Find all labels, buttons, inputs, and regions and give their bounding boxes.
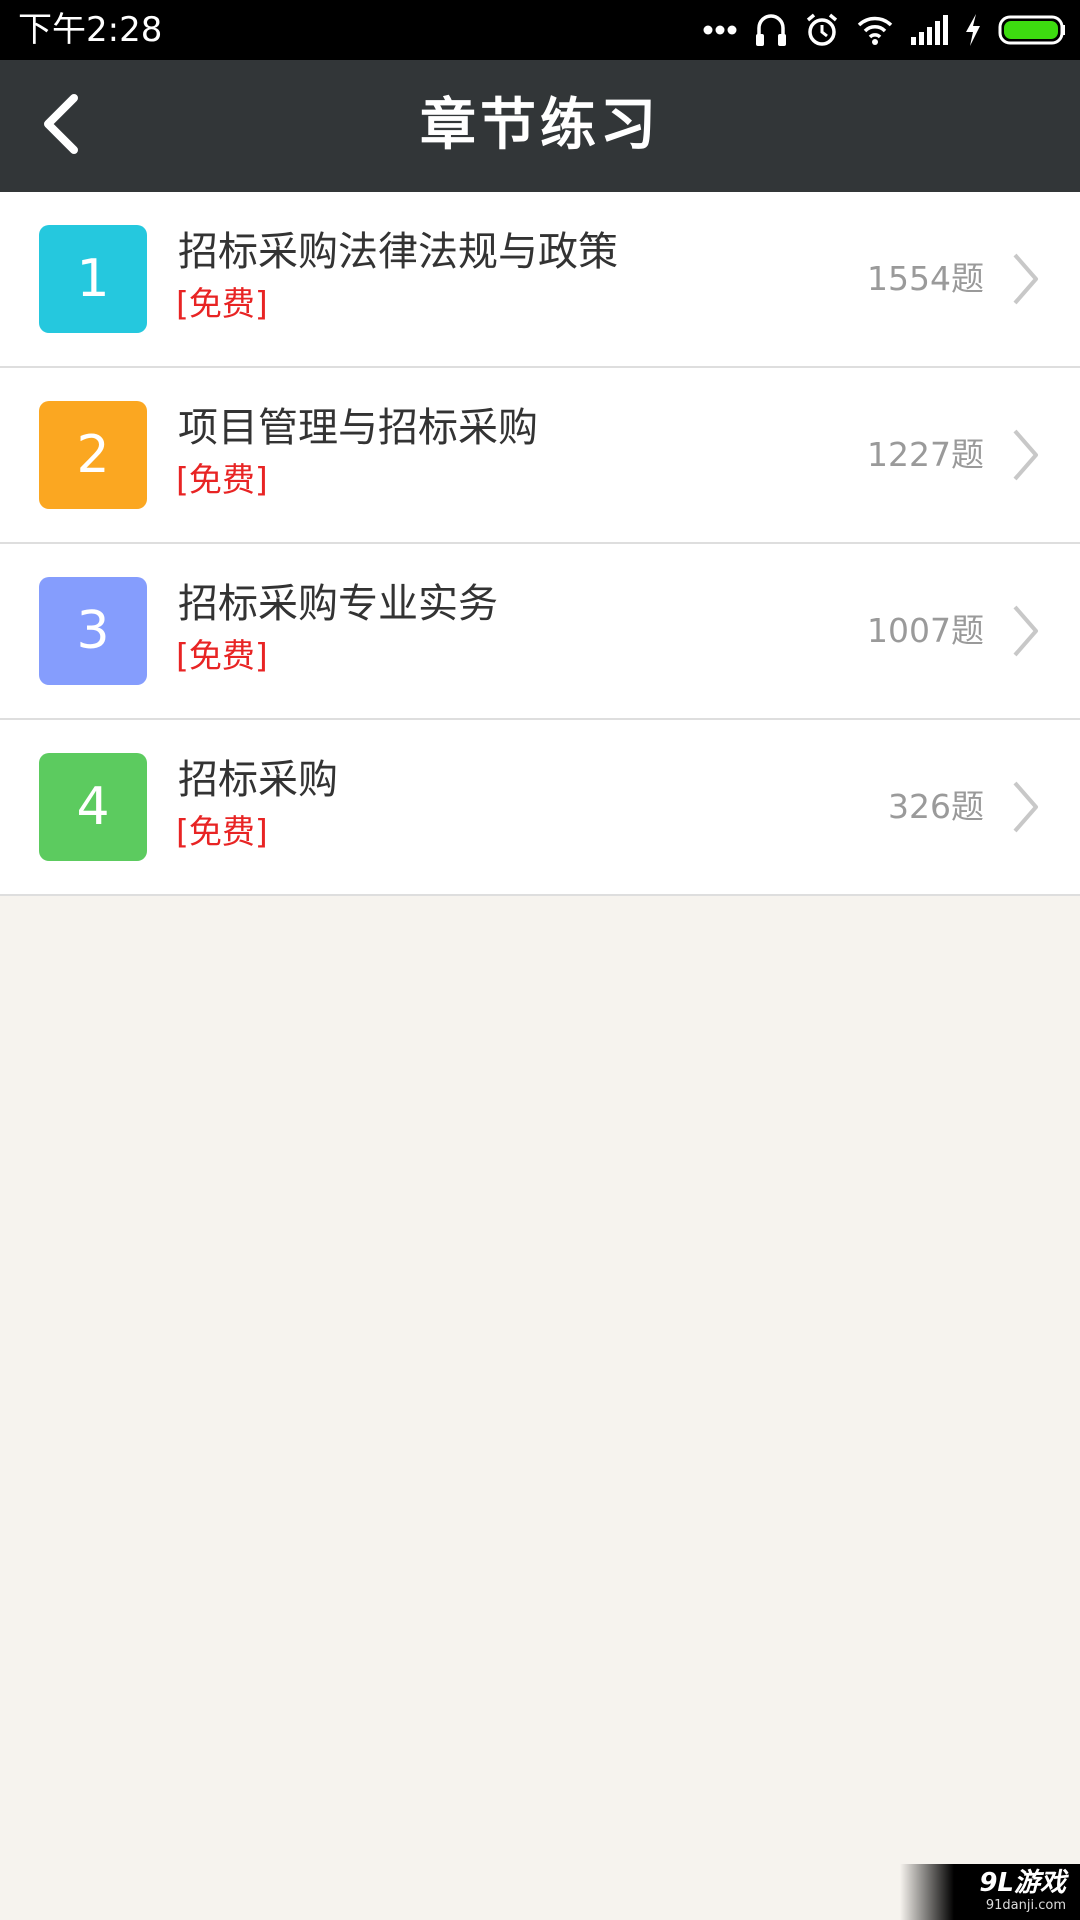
status-icons xyxy=(702,10,1066,50)
chapter-number-badge: 2 xyxy=(39,401,147,509)
back-arrow-icon xyxy=(36,92,84,160)
title-bar: 章节练习 xyxy=(0,60,1080,192)
free-tag: [免费] xyxy=(176,284,268,323)
question-count: 1554题 xyxy=(867,259,984,298)
back-button[interactable] xyxy=(20,86,100,166)
status-time: 下午2:28 xyxy=(18,10,163,50)
question-count: 1227题 xyxy=(867,435,984,474)
chapter-row-4[interactable]: 4 招标采购 [免费] 326题 xyxy=(0,720,1080,896)
question-count: 326题 xyxy=(888,787,984,826)
alarm-icon xyxy=(804,12,840,48)
watermark-logo: 9L游戏 xyxy=(979,1868,1066,1898)
free-tag: [免费] xyxy=(176,812,268,851)
watermark: 9L游戏 91danji.com xyxy=(900,1864,1080,1920)
chapter-title: 项目管理与招标采购 xyxy=(178,405,538,451)
chapter-number-badge: 4 xyxy=(39,753,147,861)
chapter-list: 1 招标采购法律法规与政策 [免费] 1554题 2 项目管理与招标采购 [免费… xyxy=(0,192,1080,896)
question-count: 1007题 xyxy=(867,611,984,650)
free-tag: [免费] xyxy=(176,636,268,675)
chapter-row-1[interactable]: 1 招标采购法律法规与政策 [免费] 1554题 xyxy=(0,192,1080,368)
free-tag: [免费] xyxy=(176,460,268,499)
charging-icon xyxy=(964,14,982,46)
chevron-right-icon xyxy=(1010,604,1040,658)
chevron-right-icon xyxy=(1010,780,1040,834)
headset-icon xyxy=(754,12,788,48)
signal-icon xyxy=(910,15,948,45)
chevron-right-icon xyxy=(1010,252,1040,306)
chapter-row-3[interactable]: 3 招标采购专业实务 [免费] 1007题 xyxy=(0,544,1080,720)
battery-icon xyxy=(998,15,1066,45)
chapter-title: 招标采购专业实务 xyxy=(178,581,498,627)
chapter-number-badge: 1 xyxy=(39,225,147,333)
chapter-number-badge: 3 xyxy=(39,577,147,685)
chevron-right-icon xyxy=(1010,428,1040,482)
more-dots-icon xyxy=(702,24,738,36)
chapter-title: 招标采购 xyxy=(178,757,338,803)
status-bar: 下午2:28 xyxy=(0,0,1080,60)
watermark-url: 91danji.com xyxy=(985,1898,1066,1913)
page-title: 章节练习 xyxy=(420,93,660,158)
chapter-title: 招标采购法律法规与政策 xyxy=(178,229,618,275)
wifi-icon xyxy=(856,14,894,46)
chapter-row-2[interactable]: 2 项目管理与招标采购 [免费] 1227题 xyxy=(0,368,1080,544)
